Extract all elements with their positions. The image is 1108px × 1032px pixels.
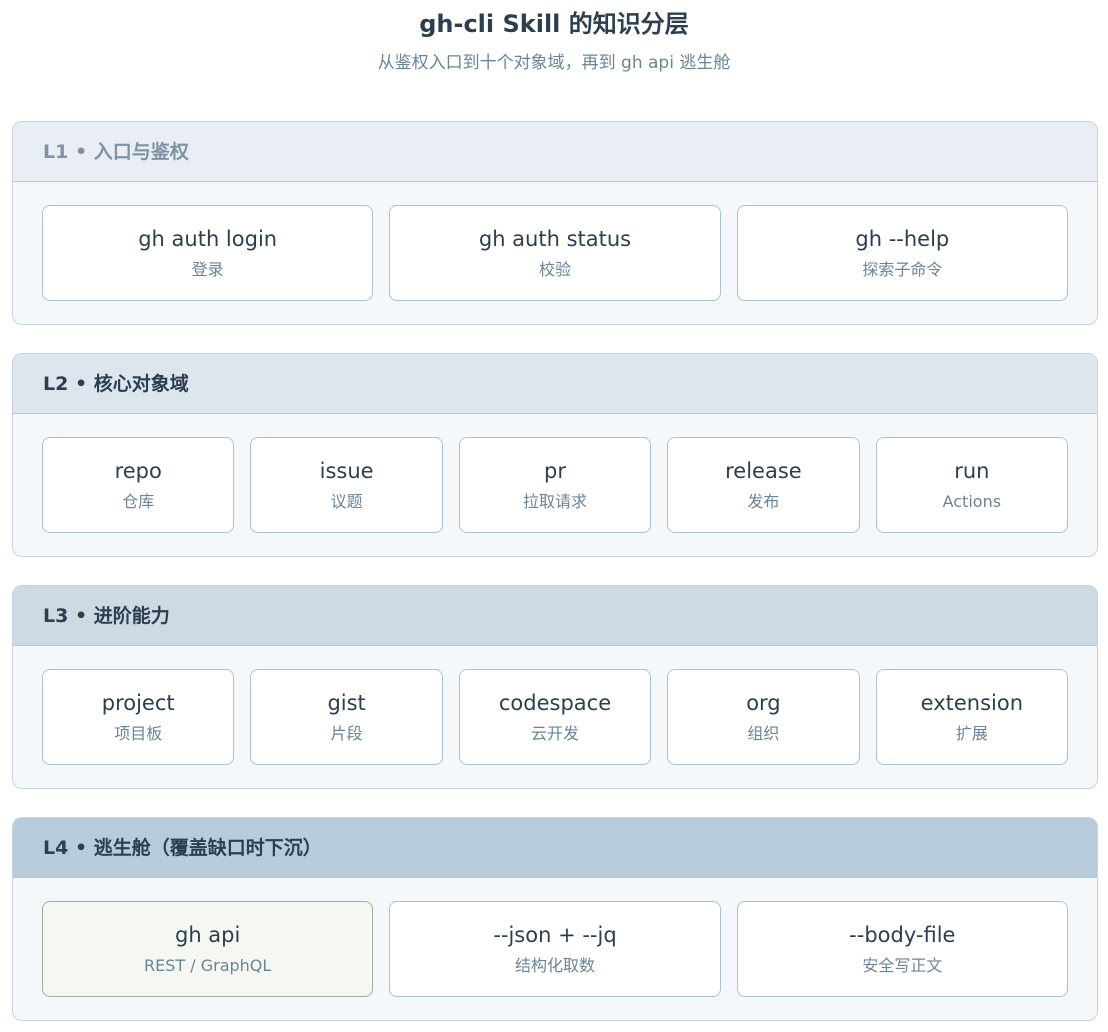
command-name: gh auth login [138, 227, 278, 251]
command-card: project 项目板 [42, 669, 235, 765]
command-description: 议题 [330, 492, 363, 511]
command-description: 发布 [747, 492, 780, 511]
command-card: gh auth status 校验 [389, 205, 721, 301]
layer-L1: L1 • 入口与鉴权 gh auth login 登录 gh auth status 校… [12, 121, 1098, 325]
command-card: extension 扩展 [875, 669, 1069, 765]
layer-body: repo 仓库 issue 议题 pr 拉取请求 release 发布 run Actions [13, 414, 1097, 533]
command-description: 校验 [538, 260, 571, 279]
command-description: REST / GraphQL [144, 956, 272, 975]
command-name: issue [319, 459, 374, 483]
command-name: --json + --jq [493, 923, 617, 947]
command-card: gist 片段 [250, 669, 443, 765]
command-card: repo 仓库 [42, 437, 235, 533]
command-name: gh api [174, 923, 241, 947]
command-card: run Actions [875, 437, 1069, 533]
command-card: org 组织 [667, 669, 860, 765]
command-name: release [725, 459, 802, 483]
command-name: gh auth status [478, 227, 632, 251]
command-card: issue 议题 [250, 437, 443, 533]
command-description: 安全写正文 [862, 956, 943, 975]
command-card: release 发布 [667, 437, 860, 533]
command-description: Actions [942, 492, 1002, 511]
command-description: 拉取请求 [523, 492, 588, 511]
layer-L3: L3 • 进阶能力 project 项目板 gist 片段 codespace 云开发 org… [12, 585, 1098, 789]
layer-header: L4 • 逃生舱（覆盖缺口时下沉） [13, 818, 1097, 878]
command-name: gist [327, 691, 366, 715]
layer-L4: L4 • 逃生舱（覆盖缺口时下沉） gh api REST / GraphQL --j… [12, 817, 1098, 1021]
command-name: project [101, 691, 175, 715]
command-card: gh api REST / GraphQL [42, 901, 374, 997]
layer-header: L1 • 入口与鉴权 [13, 122, 1097, 182]
command-card: --body-file 安全写正文 [736, 901, 1068, 997]
command-description: 探索子命令 [862, 260, 943, 279]
command-name: gh --help [855, 227, 950, 251]
command-description: 组织 [747, 724, 780, 743]
command-name: codespace [498, 691, 612, 715]
diagram-title: gh-cli Skill 的知识分层 [419, 10, 689, 38]
layer-header: L3 • 进阶能力 [13, 586, 1097, 646]
command-name: --body-file [849, 923, 956, 947]
command-description: 结构化取数 [514, 956, 595, 975]
command-description: 扩展 [955, 724, 988, 743]
layer-body: project 项目板 gist 片段 codespace 云开发 org 组织 extensi… [13, 646, 1097, 765]
command-card: codespace 云开发 [458, 669, 652, 765]
command-description: 项目板 [114, 724, 163, 743]
command-description: 云开发 [531, 724, 580, 743]
command-name: pr [544, 459, 566, 483]
layer-body: gh auth login 登录 gh auth status 校验 gh --help… [13, 182, 1097, 301]
command-card: gh auth login 登录 [42, 205, 374, 301]
command-card: --json + --jq 结构化取数 [389, 901, 721, 997]
command-name: repo [114, 459, 162, 483]
command-name: extension [920, 691, 1024, 715]
layer-L2: L2 • 核心对象域 repo 仓库 issue 议题 pr 拉取请求 release 发布 ru… [12, 353, 1098, 557]
command-description: 片段 [330, 724, 363, 743]
layer-body: gh api REST / GraphQL --json + --jq 结构化取数 --… [13, 878, 1097, 997]
command-description: 登录 [191, 260, 224, 279]
command-description: 仓库 [122, 492, 155, 511]
command-name: run [954, 459, 990, 483]
layer-header: L2 • 核心对象域 [13, 354, 1097, 414]
diagram-subtitle: 从鉴权入口到十个对象域，再到 gh api 逃生舱 [377, 53, 731, 73]
command-name: org [746, 691, 781, 715]
command-card: pr 拉取请求 [458, 437, 652, 533]
command-card: gh --help 探索子命令 [736, 205, 1068, 301]
